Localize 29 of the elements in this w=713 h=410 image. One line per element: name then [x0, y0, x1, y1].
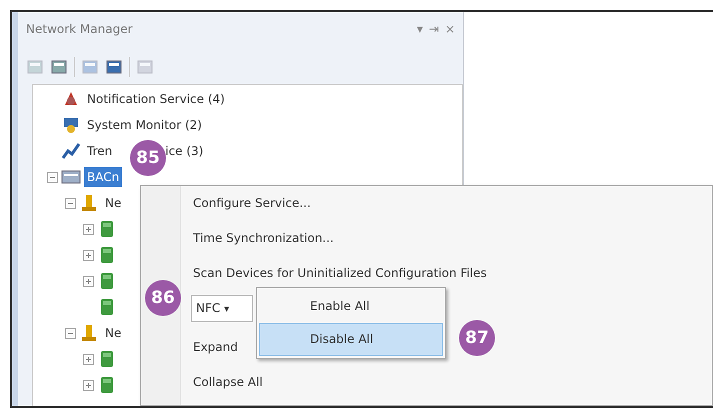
menu-item[interactable]: Expand: [193, 330, 238, 365]
menu-item[interactable]: Scan Devices for Uninitialized Configuration Files: [193, 256, 487, 291]
toolbar-icon[interactable]: [50, 58, 68, 76]
dropdown[interactable]: NFC ▾: [191, 295, 253, 322]
expand-icon[interactable]: [83, 250, 94, 260]
panel-title: Network Manager: [26, 21, 133, 38]
toolbar-icon[interactable]: [105, 58, 123, 76]
monitor-icon: [61, 116, 81, 134]
menu-item[interactable]: Time Synchronization...: [193, 221, 334, 256]
menu-item[interactable]: Configure Service...: [193, 186, 311, 221]
collapse-icon[interactable]: [47, 172, 58, 182]
menu-item[interactable]: Collapse All: [193, 365, 263, 400]
tree-item-label[interactable]: Notification Service (4): [84, 89, 228, 109]
tree-item-label[interactable]: Ne: [102, 193, 124, 213]
chart-icon: [61, 142, 81, 160]
expand-icon[interactable]: [83, 354, 94, 364]
tree-item-label[interactable]: Tren: [84, 141, 116, 161]
caret-icon: ▾: [224, 304, 230, 315]
collapse-icon[interactable]: [65, 198, 76, 208]
tree-item-label[interactable]: System Monitor (2): [84, 115, 205, 135]
collapse-icon[interactable]: [65, 328, 76, 338]
expand-icon[interactable]: [83, 276, 94, 286]
expand-icon[interactable]: [83, 380, 94, 390]
submenu-item[interactable]: Disable All: [259, 323, 443, 356]
submenu-item[interactable]: Enable All: [259, 290, 443, 323]
tree-item-label[interactable]: Ne: [102, 323, 124, 343]
expand-icon[interactable]: [83, 224, 94, 234]
server-icon: [61, 168, 81, 186]
tree-item-label[interactable]: BACn: [84, 167, 122, 187]
